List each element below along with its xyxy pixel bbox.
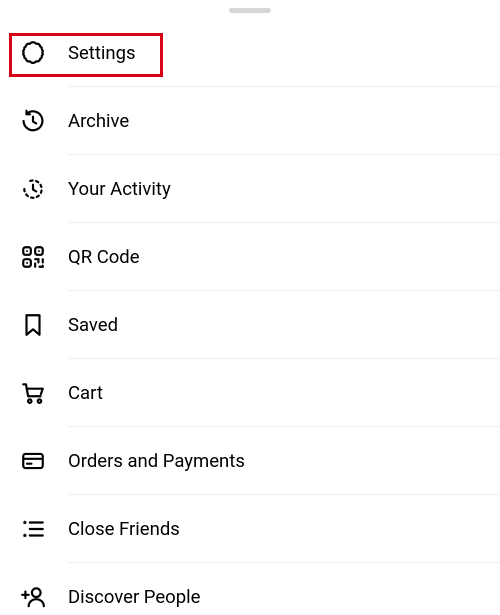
- cart-icon: [20, 380, 68, 406]
- bookmark-icon: [20, 312, 68, 338]
- menu-item-label: Settings: [68, 42, 136, 64]
- menu-list: Settings Archive Your Activity: [0, 19, 500, 615]
- discover-people-icon: [20, 584, 68, 610]
- qrcode-icon: [20, 244, 68, 270]
- menu-item-close-friends[interactable]: Close Friends: [0, 495, 500, 562]
- menu-item-label: Close Friends: [68, 518, 180, 540]
- menu-item-label: Saved: [68, 314, 118, 336]
- gear-icon: [20, 40, 68, 66]
- menu-item-archive[interactable]: Archive: [0, 87, 500, 154]
- menu-item-label: QR Code: [68, 246, 140, 268]
- menu-item-label: Orders and Payments: [68, 450, 245, 472]
- menu-item-your-activity[interactable]: Your Activity: [0, 155, 500, 222]
- menu-item-label: Cart: [68, 382, 103, 404]
- card-icon: [20, 448, 68, 474]
- menu-item-qr-code[interactable]: QR Code: [0, 223, 500, 290]
- menu-item-discover-people[interactable]: Discover People: [0, 563, 500, 615]
- archive-icon: [20, 108, 68, 134]
- menu-item-label: Archive: [68, 110, 129, 132]
- action-sheet: Settings Archive Your Activity: [0, 0, 500, 615]
- menu-item-label: Discover People: [68, 586, 200, 608]
- menu-item-settings[interactable]: Settings: [0, 19, 500, 86]
- close-friends-icon: [20, 516, 68, 542]
- activity-icon: [20, 176, 68, 202]
- menu-item-label: Your Activity: [68, 178, 171, 200]
- menu-item-orders-payments[interactable]: Orders and Payments: [0, 427, 500, 494]
- menu-item-cart[interactable]: Cart: [0, 359, 500, 426]
- drag-handle[interactable]: [229, 8, 271, 13]
- menu-item-saved[interactable]: Saved: [0, 291, 500, 358]
